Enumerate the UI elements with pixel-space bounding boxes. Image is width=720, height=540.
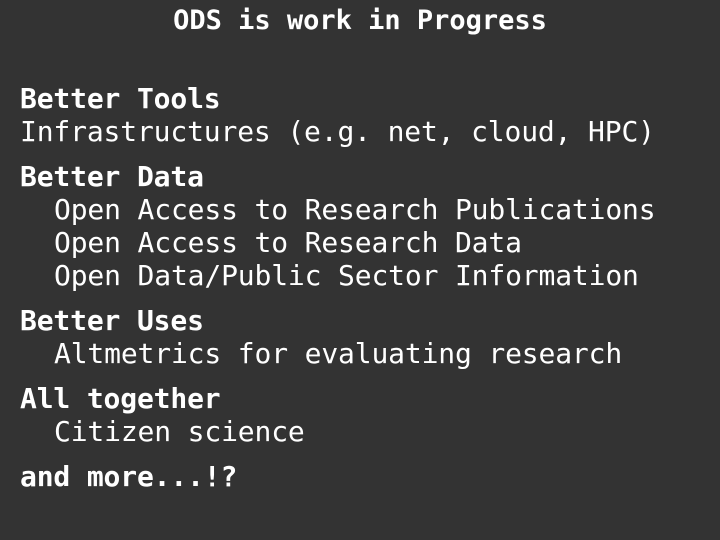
section-item-altmetrics: Altmetrics for evaluating research: [54, 337, 623, 370]
presentation-slide: ODS is work in Progress Better Tools Inf…: [0, 0, 720, 540]
section-heading-better-tools: Better Tools: [20, 82, 221, 115]
section-item-infrastructures: Infrastructures (e.g. net, cloud, HPC): [20, 115, 655, 148]
section-better-tools: Better Tools Infrastructures (e.g. net, …: [20, 82, 710, 148]
section-closing: and more...!?: [20, 460, 710, 493]
section-item-open-access-publications: Open Access to Research Publications: [54, 193, 656, 226]
section-better-uses: Better Uses Altmetrics for evaluating re…: [20, 304, 710, 370]
slide-body: Better Tools Infrastructures (e.g. net, …: [20, 82, 710, 493]
section-heading-better-data: Better Data: [20, 160, 204, 193]
slide-title: ODS is work in Progress: [173, 5, 547, 36]
section-better-data: Better Data Open Access to Research Publ…: [20, 160, 710, 292]
section-heading-better-uses: Better Uses: [20, 304, 204, 337]
section-heading-all-together: All together: [20, 382, 221, 415]
section-item-open-data-public-sector: Open Data/Public Sector Information: [54, 259, 639, 292]
section-item-open-access-research-data: Open Access to Research Data: [54, 226, 522, 259]
section-all-together: All together Citizen science: [20, 382, 710, 448]
closing-line: and more...!?: [20, 460, 238, 493]
section-item-citizen-science: Citizen science: [54, 415, 305, 448]
